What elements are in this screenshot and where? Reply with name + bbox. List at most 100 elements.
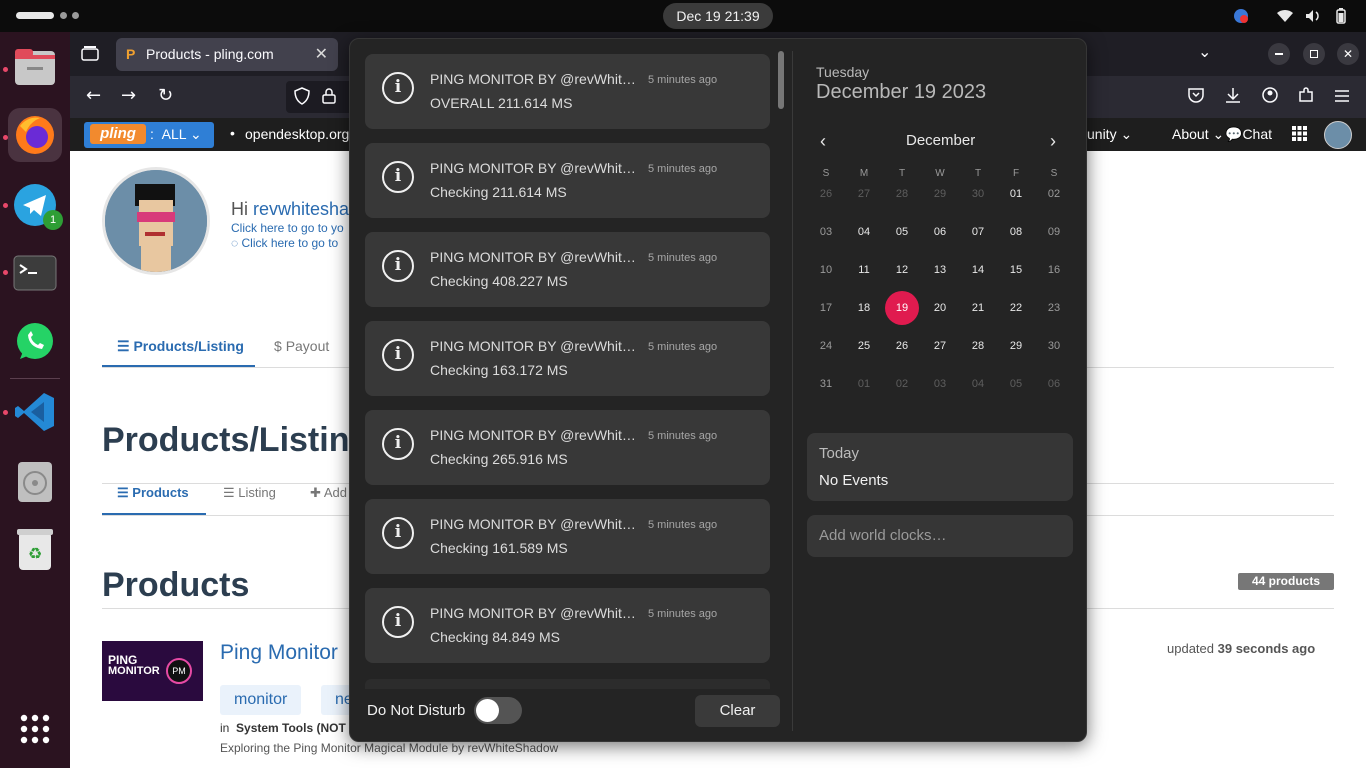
world-clocks-button[interactable]: Add world clocks… bbox=[807, 515, 1073, 557]
shield-icon[interactable] bbox=[294, 87, 310, 109]
maximize-button[interactable] bbox=[1303, 43, 1325, 65]
calendar-day[interactable]: 09 bbox=[1035, 213, 1073, 251]
tab-payout[interactable]: $ Payout bbox=[274, 338, 329, 354]
files-app-icon[interactable] bbox=[8, 40, 62, 94]
calendar-day[interactable]: 24 bbox=[807, 327, 845, 365]
product-thumbnail[interactable]: PING MONITOR PM bbox=[102, 641, 203, 701]
calendar-day[interactable]: 28 bbox=[959, 327, 997, 365]
calendar-day[interactable]: 03 bbox=[807, 213, 845, 251]
notification-card[interactable]: i PING MONITOR BY @revWhiteShadow 5 minute… bbox=[365, 54, 770, 129]
minimize-button[interactable] bbox=[1268, 43, 1290, 65]
notification-card[interactable]: i PING MONITOR BY @revWhiteShadow 5 minute… bbox=[365, 410, 770, 485]
community-menu[interactable]: unity ⌄ bbox=[1087, 126, 1132, 143]
tab-products-pling[interactable]: P Products - pling.com ✕ bbox=[116, 38, 338, 71]
notification-scrollbar[interactable] bbox=[778, 51, 784, 109]
volume-icon[interactable] bbox=[1303, 6, 1323, 26]
user-avatar[interactable] bbox=[1324, 121, 1352, 149]
pling-logo[interactable]: pling : ALL ⌄ bbox=[84, 122, 214, 148]
product-tag[interactable]: monitor bbox=[220, 685, 302, 715]
calendar-day[interactable]: 25 bbox=[845, 327, 883, 365]
username-link[interactable]: revwhitesha bbox=[253, 199, 349, 219]
calendar-day[interactable]: 17 bbox=[807, 289, 845, 327]
chat-link[interactable]: 💬Chat bbox=[1225, 126, 1272, 143]
calendar-day[interactable]: 26 bbox=[807, 175, 845, 213]
terminal-app-icon[interactable] bbox=[8, 246, 62, 300]
calendar-day[interactable]: 04 bbox=[959, 365, 997, 403]
calendar-day[interactable]: 15 bbox=[997, 251, 1035, 289]
calendar-day[interactable]: 01 bbox=[845, 365, 883, 403]
show-apps-grid-icon[interactable] bbox=[8, 702, 62, 756]
downloads-icon[interactable] bbox=[1225, 87, 1241, 108]
notification-card[interactable]: i PING MONITOR BY @revWhiteShadow 5 minute… bbox=[365, 232, 770, 307]
calendar-day[interactable]: 05 bbox=[883, 213, 921, 251]
calendar-day[interactable]: 31 bbox=[807, 365, 845, 403]
events-section[interactable]: Today No Events bbox=[807, 433, 1073, 501]
extensions-icon[interactable] bbox=[1298, 87, 1314, 108]
calendar-day[interactable]: 22 bbox=[997, 289, 1035, 327]
subtab-add[interactable]: ✚ Add bbox=[310, 485, 347, 501]
calendar-day[interactable]: 26 bbox=[883, 327, 921, 365]
workspace-dot[interactable] bbox=[72, 12, 79, 19]
prev-month-icon[interactable]: ‹ bbox=[820, 131, 826, 152]
store-filter-select[interactable]: : ALL ⌄ bbox=[150, 126, 202, 143]
notification-card[interactable]: i PING MONITOR BY @revWhiteShadow 5 minute… bbox=[365, 321, 770, 396]
tab-products-listing[interactable]: ☰ Products/Listing bbox=[117, 338, 244, 355]
calendar-day[interactable]: 10 bbox=[807, 251, 845, 289]
calendar-day[interactable]: 23 bbox=[1035, 289, 1073, 327]
calendar-day[interactable]: 14 bbox=[959, 251, 997, 289]
calendar-day[interactable]: 06 bbox=[1035, 365, 1073, 403]
calendar-day[interactable]: 30 bbox=[1035, 327, 1073, 365]
calendar-day[interactable]: 02 bbox=[1035, 175, 1073, 213]
calendar-day[interactable]: 01 bbox=[997, 175, 1035, 213]
trash-app-icon[interactable]: ♻ bbox=[8, 522, 62, 576]
calendar-day[interactable]: 21 bbox=[959, 289, 997, 327]
lock-icon[interactable] bbox=[322, 88, 336, 108]
subtab-listing[interactable]: ☰ Listing bbox=[223, 485, 276, 501]
clear-button[interactable]: Clear bbox=[695, 695, 780, 727]
about-menu[interactable]: About ⌄ bbox=[1172, 126, 1224, 143]
calendar-day-today[interactable]: 19 bbox=[885, 291, 919, 325]
firefox-view-icon[interactable] bbox=[81, 45, 99, 65]
notification-card[interactable]: i PING MONITOR BY @revWhiteShadow 5 minute… bbox=[365, 588, 770, 663]
battery-icon[interactable] bbox=[1331, 6, 1351, 26]
calendar-day[interactable]: 29 bbox=[921, 175, 959, 213]
profile-link-1[interactable]: Click here to go to yo bbox=[231, 221, 344, 235]
account-icon[interactable] bbox=[1262, 87, 1278, 108]
calendar-day[interactable]: 27 bbox=[845, 175, 883, 213]
calendar-day[interactable]: 28 bbox=[883, 175, 921, 213]
activities-indicator[interactable] bbox=[16, 12, 54, 19]
next-month-icon[interactable]: › bbox=[1050, 131, 1056, 152]
opendesktop-link[interactable]: opendesktop.org bbox=[245, 126, 349, 142]
back-arrow-icon[interactable]: ← bbox=[86, 85, 101, 106]
calendar-day[interactable]: 03 bbox=[921, 365, 959, 403]
disc-app-icon[interactable] bbox=[8, 455, 62, 509]
reload-icon[interactable]: ↻ bbox=[158, 85, 173, 106]
tab-close-icon[interactable]: ✕ bbox=[315, 44, 328, 64]
notification-card[interactable]: i PING MONITOR BY @revWhiteShadow 5 minute… bbox=[365, 143, 770, 218]
calendar-day[interactable]: 02 bbox=[883, 365, 921, 403]
dnd-toggle[interactable] bbox=[474, 697, 522, 724]
calendar-day[interactable]: 06 bbox=[921, 213, 959, 251]
calendar-day[interactable]: 29 bbox=[997, 327, 1035, 365]
whatsapp-app-icon[interactable] bbox=[8, 315, 62, 369]
calendar-day[interactable]: 27 bbox=[921, 327, 959, 365]
calendar-day[interactable]: 07 bbox=[959, 213, 997, 251]
calendar-day[interactable]: 05 bbox=[997, 365, 1035, 403]
subtab-products[interactable]: ☰ Products bbox=[117, 485, 189, 501]
hamburger-menu-icon[interactable] bbox=[1334, 87, 1350, 108]
workspace-dot[interactable] bbox=[60, 12, 67, 19]
calendar-day[interactable]: 13 bbox=[921, 251, 959, 289]
calendar-day[interactable]: 08 bbox=[997, 213, 1035, 251]
url-bar[interactable] bbox=[286, 81, 354, 113]
list-tabs-chevron-icon[interactable]: ⌄ bbox=[1198, 42, 1211, 61]
calendar-day[interactable]: 11 bbox=[845, 251, 883, 289]
calendar-day[interactable]: 20 bbox=[921, 289, 959, 327]
product-title-link[interactable]: Ping Monitor bbox=[220, 641, 338, 665]
calendar-day[interactable]: 12 bbox=[883, 251, 921, 289]
calendar-full-date[interactable]: December 19 2023 bbox=[816, 81, 986, 104]
pocket-icon[interactable] bbox=[1188, 87, 1204, 108]
notification-card[interactable]: i PING MONITOR BY @revWhiteShadow 5 minute… bbox=[365, 499, 770, 574]
forward-arrow-icon[interactable]: → bbox=[121, 85, 136, 106]
indicator-icon[interactable] bbox=[1231, 6, 1251, 26]
apps-grid-icon[interactable] bbox=[1292, 126, 1307, 144]
